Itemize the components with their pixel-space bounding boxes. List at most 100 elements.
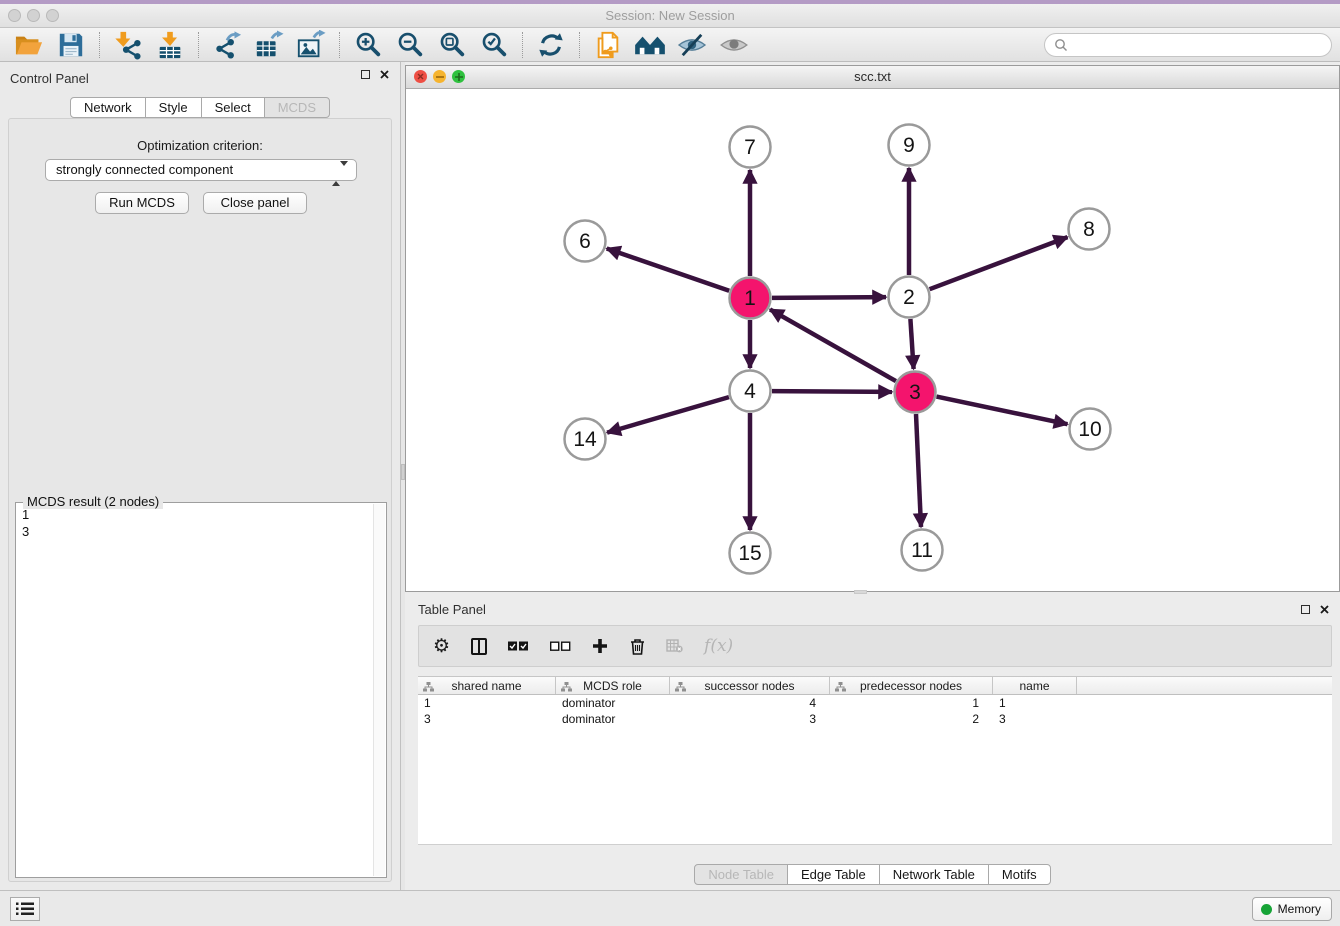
show-all-icon[interactable]: [717, 30, 751, 60]
graph-node-label: 8: [1083, 218, 1095, 241]
graph-edge-3-10[interactable]: [937, 397, 1068, 425]
table-settings-icon[interactable]: ⚙: [433, 637, 450, 656]
graph-node-label: 14: [573, 428, 597, 451]
tab-motifs[interactable]: Motifs: [988, 864, 1051, 885]
table-panel-title: Table Panel: [418, 602, 486, 617]
main-toolbar: [0, 28, 1340, 62]
table-cell: 3: [993, 711, 1077, 727]
column-header-predecessor-nodes[interactable]: predecessor nodes: [830, 677, 993, 694]
network-close-button[interactable]: [414, 70, 427, 83]
graph-edge-4-14[interactable]: [607, 397, 729, 433]
column-header-mcds-role[interactable]: MCDS role: [556, 677, 670, 694]
column-header-filler: [1077, 677, 1332, 694]
memory-button[interactable]: Memory: [1252, 897, 1332, 921]
select-all-columns-icon[interactable]: [508, 641, 529, 651]
column-header-label: MCDS role: [583, 679, 642, 693]
column-type-icon: [423, 681, 434, 695]
graph-node-label: 11: [911, 539, 933, 562]
tab-network[interactable]: Network: [70, 97, 146, 118]
network-canvas[interactable]: 1234678910111415: [406, 90, 1339, 591]
table-row[interactable]: 3dominator323: [418, 711, 1332, 727]
graph-edge-3-1[interactable]: [770, 309, 896, 381]
float-panel-icon[interactable]: [1301, 605, 1310, 614]
zoom-selected-icon[interactable]: [477, 30, 511, 60]
table-cell: 1: [830, 695, 993, 711]
graph-edge-2-3[interactable]: [910, 319, 913, 369]
column-header-successor-nodes[interactable]: successor nodes: [670, 677, 830, 694]
graph-edge-1-2[interactable]: [772, 297, 886, 298]
graph-node-label: 6: [579, 230, 591, 253]
apply-layout-icon[interactable]: [534, 30, 568, 60]
import-network-icon[interactable]: [111, 30, 145, 60]
criterion-select[interactable]: strongly connected component: [45, 159, 357, 181]
search-input[interactable]: [1073, 37, 1322, 52]
network-minimize-button[interactable]: [433, 70, 446, 83]
float-panel-icon[interactable]: [361, 70, 370, 79]
toolbar-separator: [198, 32, 199, 58]
new-network-from-selection-icon[interactable]: [591, 30, 625, 60]
open-session-icon[interactable]: [12, 30, 46, 60]
search-box[interactable]: [1044, 33, 1332, 57]
toolbar-separator: [579, 32, 580, 58]
table-cell: 3: [418, 711, 556, 727]
zoom-in-icon[interactable]: [351, 30, 385, 60]
first-neighbors-icon[interactable]: [633, 30, 667, 60]
zoom-fit-icon[interactable]: [435, 30, 469, 60]
tab-node-table[interactable]: Node Table: [694, 864, 788, 885]
import-table-icon[interactable]: [153, 30, 187, 60]
table-body: 1dominator4113dominator323: [418, 695, 1332, 845]
graph-node-label: 2: [903, 286, 915, 309]
table-cell: 3: [670, 711, 830, 727]
tab-network-table[interactable]: Network Table: [879, 864, 989, 885]
toolbar-separator: [99, 32, 100, 58]
tab-mcds[interactable]: MCDS: [264, 97, 330, 118]
delete-column-icon[interactable]: [629, 638, 645, 655]
show-columns-icon[interactable]: [471, 638, 487, 655]
column-type-icon: [675, 681, 686, 695]
memory-status-icon: [1261, 904, 1272, 915]
column-type-icon: [835, 681, 846, 695]
unselect-all-columns-icon[interactable]: [550, 641, 571, 651]
tab-select[interactable]: Select: [201, 97, 265, 118]
task-history-button[interactable]: [10, 897, 40, 921]
graph-edge-2-8[interactable]: [930, 237, 1068, 289]
mcds-result-title: MCDS result (2 nodes): [23, 494, 163, 509]
export-table-icon[interactable]: [252, 30, 286, 60]
run-mcds-button[interactable]: Run MCDS: [95, 192, 189, 214]
zoom-out-icon[interactable]: [393, 30, 427, 60]
table-cell: 2: [830, 711, 993, 727]
select-arrows-icon: [332, 164, 348, 184]
table-row[interactable]: 1dominator411: [418, 695, 1332, 711]
graph-edge-3-11[interactable]: [916, 414, 921, 527]
close-panel-button[interactable]: Close panel: [203, 192, 307, 214]
column-header-label: name: [1019, 679, 1049, 693]
table-cell: dominator: [556, 711, 670, 727]
network-maximize-button[interactable]: [452, 70, 465, 83]
column-header-shared-name[interactable]: shared name: [418, 677, 556, 694]
export-image-icon[interactable]: [294, 30, 328, 60]
mcds-result-text: 1 3: [22, 506, 29, 540]
horizontal-divider-grip[interactable]: [854, 590, 867, 594]
tab-edge-table[interactable]: Edge Table: [787, 864, 880, 885]
control-panel-tabs: NetworkStyleSelectMCDS: [0, 97, 400, 118]
graph-node-label: 3: [909, 381, 921, 404]
create-column-icon[interactable]: [592, 638, 608, 654]
column-type-icon: [561, 681, 572, 695]
save-session-icon[interactable]: [54, 30, 88, 60]
tab-style[interactable]: Style: [145, 97, 202, 118]
table-header-row: shared name MCDS role successor nodes prede…: [418, 676, 1332, 695]
close-panel-icon[interactable]: [1319, 604, 1329, 614]
hide-selected-icon[interactable]: [675, 30, 709, 60]
mcds-tab-content: Optimization criterion: strongly connect…: [8, 118, 392, 882]
memory-label: Memory: [1278, 902, 1321, 916]
graph-edge-1-6[interactable]: [607, 249, 730, 291]
column-header-name[interactable]: name: [993, 677, 1077, 694]
status-bar: Memory: [0, 890, 1340, 926]
export-network-icon[interactable]: [210, 30, 244, 60]
column-header-label: predecessor nodes: [860, 679, 962, 693]
close-panel-icon[interactable]: [379, 69, 389, 79]
graph-edge-4-3[interactable]: [772, 391, 892, 392]
result-scrollbar[interactable]: [373, 504, 385, 876]
network-window-titlebar[interactable]: scc.txt: [406, 66, 1339, 89]
table-cell: 1: [418, 695, 556, 711]
